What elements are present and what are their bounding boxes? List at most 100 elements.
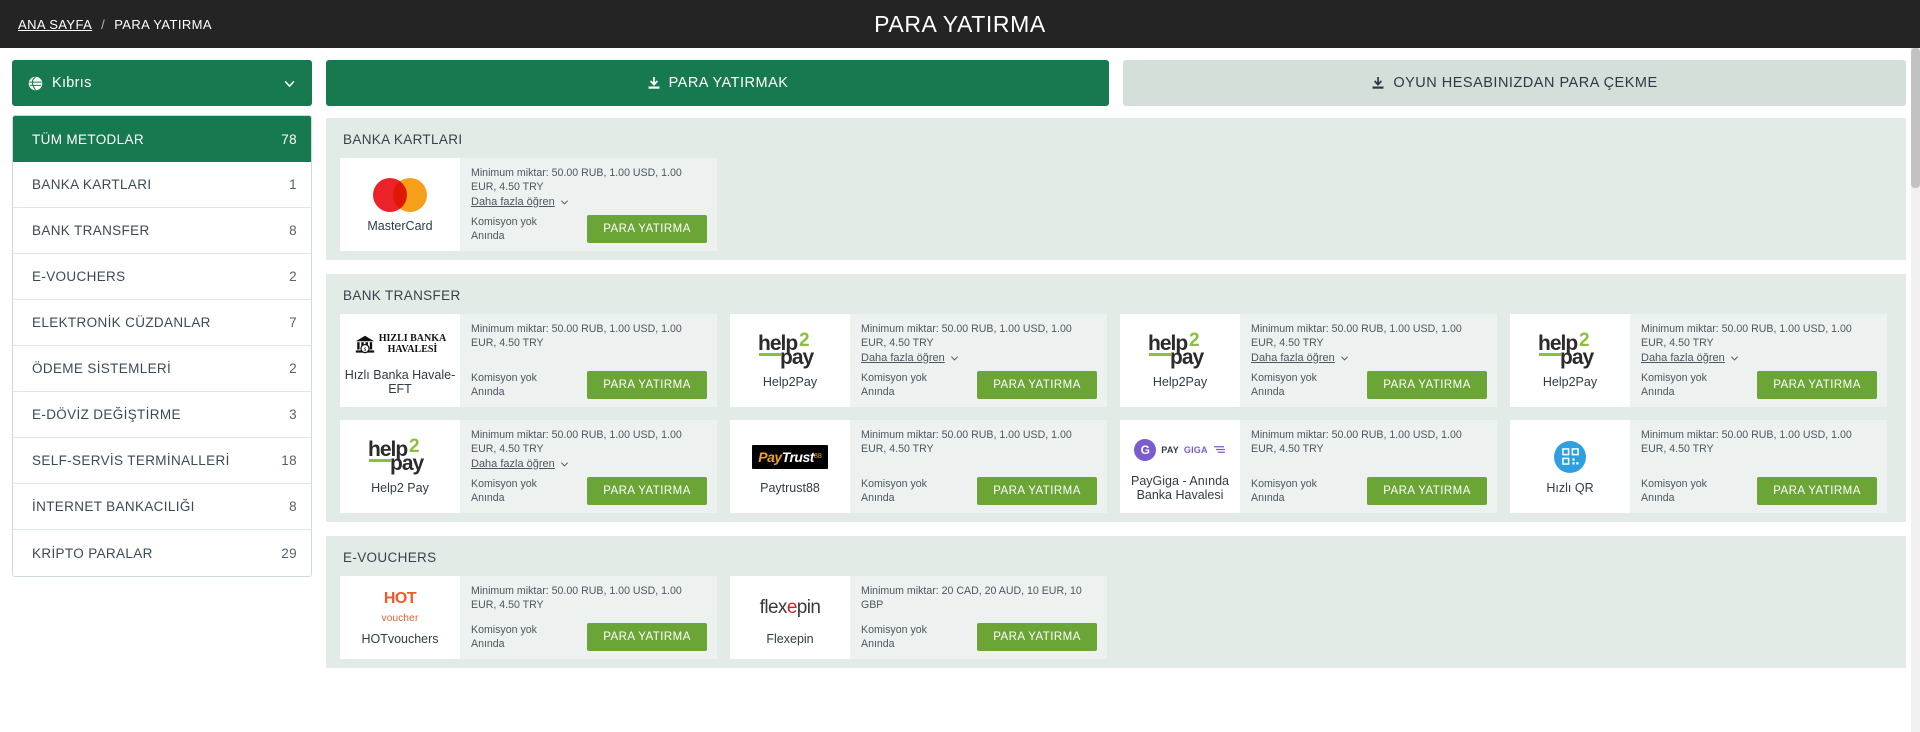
payment-card-grid: HOT voucher HOTvouchers Minimum miktar: 50.… — [340, 576, 1892, 659]
sidebar-item-label: E-DÖVİZ DEĞİŞTİRME — [32, 407, 181, 422]
deposit-button[interactable]: PARA YATIRMA — [1367, 477, 1487, 505]
card-footer: Komisyon yok Anında PARA YATIRMA — [471, 616, 707, 651]
svg-text:$: $ — [363, 345, 366, 352]
payment-method-details: Minimum miktar: 50.00 RUB, 1.00 USD, 1.0… — [460, 420, 717, 513]
payment-section: BANKA KARTLARI MasterCard Minimum miktar: … — [326, 118, 1906, 260]
deposit-button[interactable]: PARA YATIRMA — [977, 477, 1097, 505]
more-info-label: Daha fazla öğren — [471, 196, 555, 208]
more-info-link[interactable]: Daha fazla öğren — [471, 458, 569, 470]
page-scrollbar[interactable] — [1911, 48, 1920, 732]
paygiga-logo-icon: G PAY GIGA — [1134, 438, 1225, 461]
payment-method-card[interactable]: help 2 pay Help2Pay Minimum miktar: 50.00 RU… — [1120, 314, 1497, 407]
deposit-button[interactable]: PARA YATIRMA — [587, 371, 707, 399]
tab-label: OYUN HESABINIZDAN PARA ÇEKME — [1393, 75, 1658, 91]
deposit-button[interactable]: PARA YATIRMA — [587, 623, 707, 651]
payment-method-identity: Hızlı QR — [1510, 420, 1630, 513]
speed-text: Anında — [861, 638, 895, 650]
payment-method-card[interactable]: help 2 pay Help2Pay Minimum miktar: 50.00 RU… — [730, 314, 1107, 407]
payment-method-identity: flexepin Flexepin — [730, 576, 850, 659]
payment-method-name: Help2Pay — [762, 374, 818, 389]
region-selector[interactable]: Kıbrıs — [12, 60, 312, 106]
payment-method-card[interactable]: $ HIZLI BANKA HAVALESİ Hızlı Banka Havale-E… — [340, 314, 717, 407]
sidebar-item-count: 2 — [289, 269, 297, 284]
speed-text: Anında — [471, 638, 505, 650]
payment-method-card[interactable]: MasterCard Minimum miktar: 50.00 RUB, 1.0… — [340, 158, 717, 251]
deposit-button[interactable]: PARA YATIRMA — [587, 215, 707, 243]
more-info-label: Daha fazla öğren — [861, 352, 945, 364]
payment-method-card[interactable]: help 2 pay Help2 Pay Minimum miktar: 50.00 R… — [340, 420, 717, 513]
more-info-link[interactable]: Daha fazla öğren — [1641, 352, 1739, 364]
sidebar-item-label: ELEKTRONİK CÜZDANLAR — [32, 315, 211, 330]
commission-text: Komisyon yok — [1641, 478, 1707, 490]
minimum-amount-text: Minimum miktar: 50.00 RUB, 1.00 USD, 1.0… — [1251, 429, 1462, 455]
deposit-button[interactable]: PARA YATIRMA — [977, 623, 1097, 651]
scrollbar-thumb[interactable] — [1911, 48, 1920, 188]
tab-withdraw[interactable]: OYUN HESABINIZDAN PARA ÇEKME — [1123, 60, 1906, 106]
payment-method-card[interactable]: Hızlı QR Minimum miktar: 50.00 RUB, 1.00 … — [1510, 420, 1887, 513]
card-footer: Komisyon yok Anında PARA YATIRMA — [861, 364, 1097, 399]
more-info-link[interactable]: Daha fazla öğren — [1251, 352, 1349, 364]
sidebar: Kıbrıs TÜM METODLAR 78 BANKA KARTLARI 1 BANK… — [12, 60, 312, 577]
card-footer: Komisyon yok Anında PARA YATIRMA — [1641, 470, 1877, 505]
sidebar-item-1[interactable]: BANKA KARTLARI 1 — [13, 162, 311, 208]
deposit-button[interactable]: PARA YATIRMA — [587, 477, 707, 505]
deposit-button[interactable]: PARA YATIRMA — [1757, 477, 1877, 505]
sidebar-item-0[interactable]: TÜM METODLAR 78 — [13, 116, 311, 162]
payment-method-name: Help2Pay — [1152, 374, 1208, 389]
commission-text: Komisyon yok — [471, 624, 537, 636]
hizli-banka-havalesi-logo-icon: $ HIZLI BANKA HAVALESİ — [354, 333, 446, 355]
main-content: PARA YATIRMAK OYUN HESABINIZDAN PARA ÇEKM… — [326, 60, 1906, 682]
more-info-link[interactable]: Daha fazla öğren — [861, 352, 959, 364]
payment-section: BANK TRANSFER $ HIZLI BANKA HAVALESİ Hızlı B… — [326, 274, 1906, 522]
sidebar-item-8[interactable]: İNTERNET BANKACILIĞI 8 — [13, 484, 311, 530]
breadcrumb-home-link[interactable]: ANA SAYFA — [18, 17, 92, 32]
sidebar-item-label: ÖDEME SİSTEMLERİ — [32, 361, 172, 376]
payment-card-grid: MasterCard Minimum miktar: 50.00 RUB, 1.0… — [340, 158, 1892, 251]
payment-method-card[interactable]: Pay Trust 88 Paytrust88 Minimum miktar: 50.0… — [730, 420, 1107, 513]
sidebar-item-3[interactable]: E-VOUCHERS 2 — [13, 254, 311, 300]
payment-method-identity: G PAY GIGA PayGiga - Anında Banka Havalesi — [1120, 420, 1240, 513]
more-info-link[interactable]: Daha fazla öğren — [471, 196, 569, 208]
payment-method-details: Minimum miktar: 50.00 RUB, 1.00 USD, 1.0… — [1240, 420, 1497, 513]
minimum-amount-text: Minimum miktar: 50.00 RUB, 1.00 USD, 1.0… — [471, 323, 682, 349]
card-footer: Komisyon yok Anında PARA YATIRMA — [471, 470, 707, 505]
minimum-amount-text: Minimum miktar: 50.00 RUB, 1.00 USD, 1.0… — [471, 167, 682, 193]
upload-icon — [1372, 77, 1384, 89]
sidebar-item-7[interactable]: SELF-SERVİS TERMİNALLERİ 18 — [13, 438, 311, 484]
commission-text: Komisyon yok — [861, 478, 927, 490]
payment-method-card[interactable]: G PAY GIGA PayGiga - Anında Banka Havalesi M… — [1120, 420, 1497, 513]
deposit-button[interactable]: PARA YATIRMA — [1757, 371, 1877, 399]
sidebar-item-9[interactable]: KRİPTO PARALAR 29 — [13, 530, 311, 576]
commission-text: Komisyon yok — [471, 372, 537, 384]
help2pay-logo-icon: help 2 pay — [368, 435, 424, 475]
deposit-button[interactable]: PARA YATIRMA — [977, 371, 1097, 399]
help2pay-logo-icon: help 2 pay — [758, 329, 814, 369]
commission-text: Komisyon yok — [471, 216, 537, 228]
payment-method-name: PayGiga - Anında Banka Havalesi — [1131, 473, 1229, 502]
tab-deposit[interactable]: PARA YATIRMAK — [326, 60, 1109, 106]
sidebar-item-label: TÜM METODLAR — [32, 131, 144, 147]
breadcrumb-separator: / — [101, 16, 106, 32]
sidebar-item-6[interactable]: E-DÖVİZ DEĞİŞTİRME 3 — [13, 392, 311, 438]
sidebar-item-4[interactable]: ELEKTRONİK CÜZDANLAR 7 — [13, 300, 311, 346]
minimum-amount-text: Minimum miktar: 50.00 RUB, 1.00 USD, 1.0… — [1251, 323, 1462, 349]
payment-method-identity: MasterCard — [340, 158, 460, 251]
payment-method-identity: help 2 pay Help2 Pay — [340, 420, 460, 513]
speed-text: Anında — [1251, 492, 1285, 504]
fee-info: Komisyon yok Anında — [861, 623, 927, 651]
commission-text: Komisyon yok — [471, 478, 537, 490]
fee-info: Komisyon yok Anında — [1251, 371, 1317, 399]
payment-method-name: Help2Pay — [1542, 374, 1598, 389]
payment-method-card[interactable]: flexepin Flexepin Minimum miktar: 20 CAD, … — [730, 576, 1107, 659]
payment-method-card[interactable]: help 2 pay Help2Pay Minimum miktar: 50.00 RU… — [1510, 314, 1887, 407]
deposit-button[interactable]: PARA YATIRMA — [1367, 371, 1487, 399]
card-footer: Komisyon yok Anında PARA YATIRMA — [861, 616, 1097, 651]
hotvoucher-logo-icon: HOT voucher — [381, 589, 419, 624]
sidebar-item-5[interactable]: ÖDEME SİSTEMLERİ 2 — [13, 346, 311, 392]
sidebar-item-2[interactable]: BANK TRANSFER 8 — [13, 208, 311, 254]
payment-method-name: Help2 Pay — [371, 480, 429, 495]
help2pay-logo-icon: help 2 pay — [1538, 329, 1594, 369]
commission-text: Komisyon yok — [1641, 372, 1707, 384]
payment-method-card[interactable]: HOT voucher HOTvouchers Minimum miktar: 50.… — [340, 576, 717, 659]
payment-method-details: Minimum miktar: 50.00 RUB, 1.00 USD, 1.0… — [1240, 314, 1497, 407]
